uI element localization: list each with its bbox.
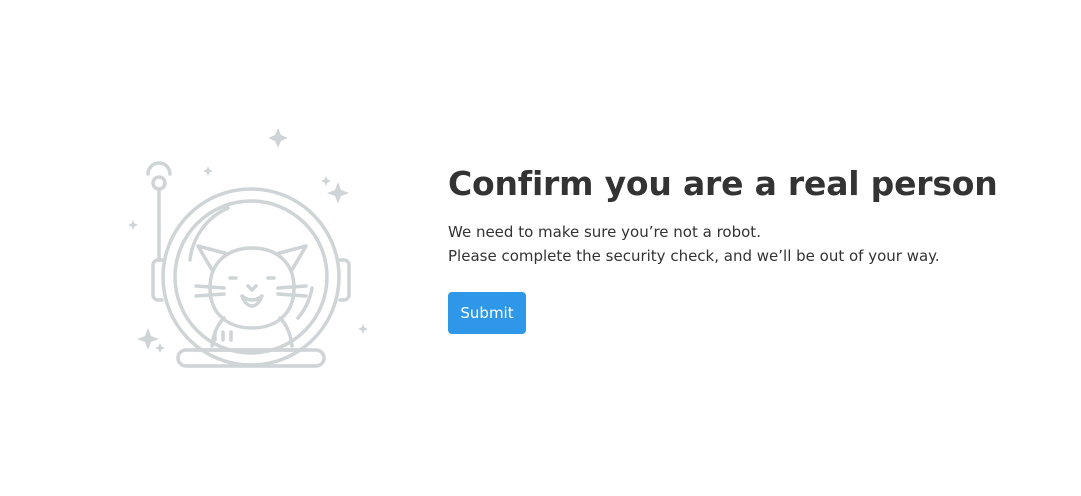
page-title: Confirm you are a real person [448,164,998,203]
captcha-page: Confirm you are a real person We need to… [0,0,1081,496]
description: We need to make sure you’re not a robot.… [448,220,1048,268]
submit-button[interactable]: Submit [448,292,526,334]
description-line-1: We need to make sure you’re not a robot. [448,223,761,241]
captcha-content: Confirm you are a real person We need to… [448,162,1048,268]
astronaut-cat-icon [120,120,380,380]
description-line-2: Please complete the security check, and … [448,247,940,265]
